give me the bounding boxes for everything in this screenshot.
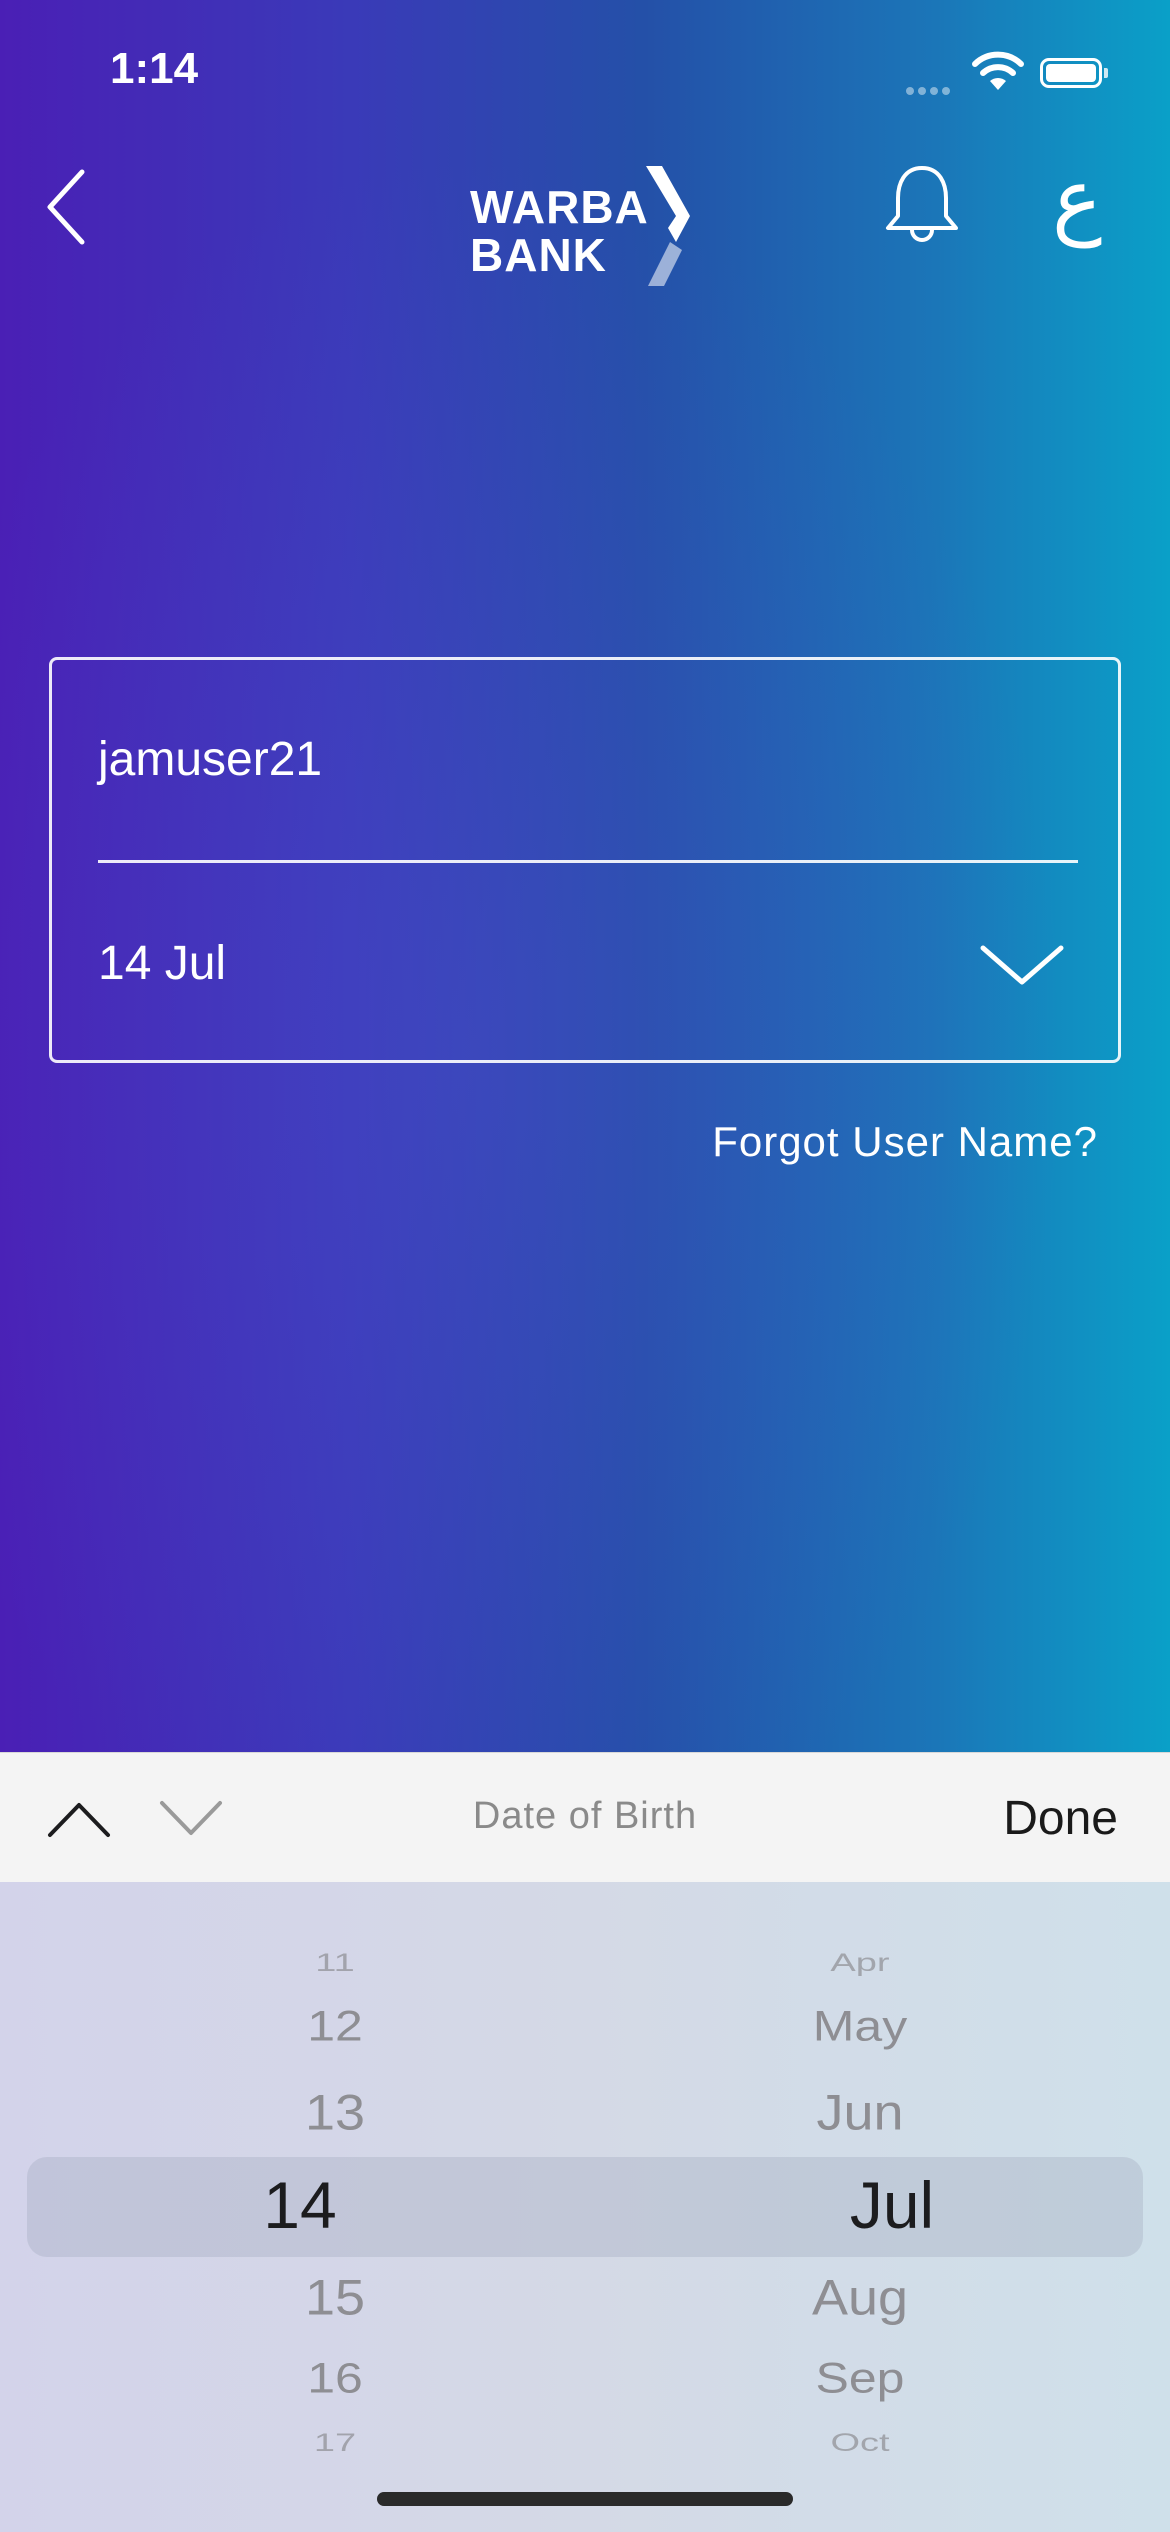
picker-month-option[interactable]: May [710,2001,1010,2050]
warba-bank-logo: WARBA BANK [468,160,708,290]
status-time: 1:14 [110,44,199,93]
username-field[interactable]: jamuser21 [98,732,322,787]
picker-day-option[interactable]: 17 [185,2430,485,2458]
logo-text-bank: BANK [470,229,607,281]
picker-month-option[interactable]: Sep [710,2353,1010,2402]
picker-day-option[interactable]: 13 [185,2084,485,2141]
status-bar: 1:14 [0,0,1170,140]
picker-day-option[interactable]: 11 [185,1950,485,1978]
picker-month-option[interactable]: Oct [710,2430,1010,2458]
login-screen: 1:14 WARBA BANK ع jamuser21 14 Jul Forgo… [0,0,1170,1752]
bell-icon[interactable] [882,160,962,246]
picker-day-option[interactable]: 15 [185,2269,485,2326]
language-toggle[interactable]: ع [1052,150,1102,248]
picker-toolbar: Date of Birth Done [0,1752,1170,1883]
chevron-down-icon[interactable] [977,940,1067,990]
login-form-box: jamuser21 14 Jul [49,657,1121,1063]
date-picker-wheel[interactable]: 11 12 13 14 15 16 17 Apr May Jun Jul Aug… [0,1882,1170,2532]
picker-month-selected[interactable]: Jul [742,2167,1042,2243]
date-of-birth-field[interactable]: 14 Jul [98,936,226,991]
back-arrow-icon[interactable] [42,162,102,252]
picker-day-option[interactable]: 12 [185,2001,485,2050]
picker-day-option[interactable]: 16 [185,2353,485,2402]
logo-chevron-mark [646,166,690,286]
picker-month-option[interactable]: Aug [710,2269,1010,2326]
battery-icon [1040,58,1108,88]
picker-month-option[interactable]: Apr [710,1950,1010,1978]
picker-month-option[interactable]: Jun [710,2084,1010,2141]
picker-day-selected[interactable]: 14 [150,2167,450,2243]
home-indicator [377,2492,793,2506]
form-divider [98,860,1078,863]
wifi-icon [972,51,1024,90]
picker-title: Date of Birth [472,1795,698,1837]
cellular-signal-icon [906,82,956,95]
forgot-username-link[interactable]: Forgot User Name? [712,1118,1098,1166]
done-button[interactable]: Done [1003,1791,1118,1846]
